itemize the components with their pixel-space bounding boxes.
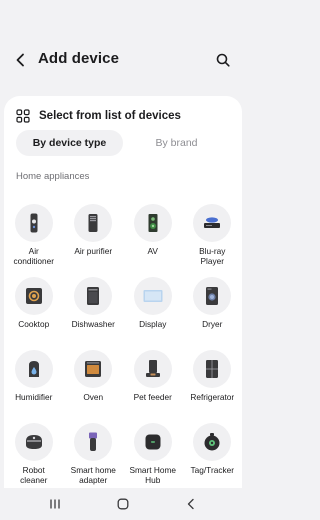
air-purifier-icon [88, 214, 98, 232]
device-label: Refrigerator [190, 392, 235, 402]
tab-by-brand[interactable]: By brand [123, 130, 230, 156]
device-tile-robot-cleaner[interactable]: Robot cleaner [4, 423, 64, 496]
recents-button[interactable] [46, 495, 64, 513]
device-label: Humidifier [15, 392, 53, 402]
device-list-card: Select from list of devices By device ty… [4, 96, 242, 496]
speaker-icon [148, 214, 158, 232]
dishwasher-icon [87, 287, 100, 305]
device-label: Blu-ray Player [199, 246, 226, 266]
device-label: Smart home adapter [70, 465, 116, 485]
tab-by-device-type[interactable]: By device type [16, 130, 123, 156]
nav-back-icon [187, 498, 194, 510]
cooktop-icon [25, 288, 42, 304]
add-device-screen: Add device Select from list of devices B… [0, 0, 246, 520]
refrigerator-icon [206, 360, 219, 378]
display-icon [143, 290, 163, 302]
device-label: Robot cleaner [20, 465, 48, 485]
device-label: Pet feeder [133, 392, 172, 402]
device-tile-av[interactable]: AV [123, 204, 183, 277]
tag-tracker-icon [204, 433, 220, 451]
device-tile-cooktop[interactable]: Cooktop [4, 277, 64, 350]
device-label: Dishwasher [71, 319, 115, 329]
device-label: AV [147, 246, 158, 256]
device-label: Smart Home Hub [129, 465, 177, 485]
device-tile-air-conditioner[interactable]: Air conditioner [4, 204, 64, 277]
back-arrow-icon [16, 53, 24, 67]
home-button[interactable] [114, 495, 132, 513]
select-from-list-option[interactable]: Select from list of devices [16, 106, 230, 126]
smart-home-hub-icon [145, 434, 161, 450]
app-header: Add device [0, 40, 246, 80]
device-grid: Air conditioner Air purifier AV Blu-ray … [4, 204, 242, 496]
device-tile-smart-home-hub[interactable]: Smart Home Hub [123, 423, 183, 496]
device-tile-dryer[interactable]: Dryer [183, 277, 243, 350]
section-title: Home appliances [16, 171, 90, 182]
device-tile-refrigerator[interactable]: Refrigerator [183, 350, 243, 423]
device-tile-smart-home-adapter[interactable]: Smart home adapter [64, 423, 124, 496]
select-from-list-label: Select from list of devices [39, 110, 181, 122]
blu-ray-player-icon [204, 217, 221, 228]
search-icon [216, 53, 230, 67]
device-label: Display [139, 319, 167, 329]
device-label: Air conditioner [13, 246, 55, 266]
device-tile-pet-feeder[interactable]: Pet feeder [123, 350, 183, 423]
device-label: Dryer [202, 319, 223, 329]
device-tile-humidifier[interactable]: Humidifier [4, 350, 64, 423]
home-icon [117, 498, 129, 510]
nav-back-button[interactable] [182, 495, 200, 513]
oven-icon [85, 361, 102, 377]
device-tile-air-purifier[interactable]: Air purifier [64, 204, 124, 277]
grid-list-icon [16, 109, 30, 123]
smart-home-adapter-icon [89, 432, 98, 451]
device-filter-tabs: By device type By brand [16, 130, 230, 156]
device-tile-blu-ray-player[interactable]: Blu-ray Player [183, 204, 243, 277]
device-tile-oven[interactable]: Oven [64, 350, 124, 423]
device-label: Tag/Tracker [190, 465, 235, 475]
device-tile-dishwasher[interactable]: Dishwasher [64, 277, 124, 350]
humidifier-icon [28, 361, 39, 377]
system-navigation-bar [0, 488, 246, 520]
pet-feeder-icon [145, 360, 160, 377]
device-tile-display[interactable]: Display [123, 277, 183, 350]
device-tile-tag-tracker[interactable]: Tag/Tracker [183, 423, 243, 496]
robot-cleaner-icon [25, 435, 42, 449]
device-label: Air purifier [74, 246, 113, 256]
device-label: Cooktop [18, 319, 50, 329]
search-button[interactable] [212, 49, 234, 71]
device-label: Oven [83, 392, 104, 402]
back-button[interactable] [10, 49, 32, 71]
page-title: Add device [38, 50, 120, 67]
air-conditioner-icon [30, 213, 38, 233]
recents-icon [50, 499, 60, 509]
dryer-icon [206, 287, 219, 305]
